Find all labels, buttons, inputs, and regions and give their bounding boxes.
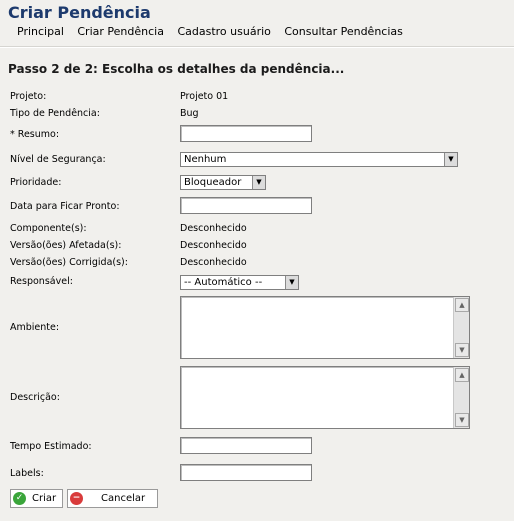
descricao-label: Descrição: <box>10 392 60 403</box>
tipo-value: Bug <box>180 108 199 119</box>
versoes-corrigidas-value: Desconhecido <box>180 257 247 268</box>
componentes-value: Desconhecido <box>180 223 247 234</box>
criar-button-label: Criar <box>32 493 57 504</box>
resumo-input[interactable] <box>180 125 312 142</box>
cancelar-button[interactable]: − Cancelar <box>67 489 158 508</box>
descricao-textarea[interactable]: ▲ ▼ <box>180 366 470 429</box>
cancel-icon: − <box>70 492 83 505</box>
seguranca-label: Nível de Segurança: <box>10 154 106 165</box>
nav-item-principal[interactable]: Principal <box>17 25 64 38</box>
responsavel-label: Responsável: <box>10 276 73 287</box>
data-pronto-input[interactable] <box>180 197 312 214</box>
seguranca-select[interactable]: Nenhum ▼ <box>180 152 458 167</box>
chevron-down-icon[interactable]: ▼ <box>444 153 457 166</box>
tipo-label: Tipo de Pendência: <box>10 108 100 119</box>
ambiente-textarea[interactable]: ▲ ▼ <box>180 296 470 359</box>
data-pronto-label: Data para Ficar Pronto: <box>10 201 120 212</box>
projeto-label: Projeto: <box>10 91 47 102</box>
criar-button[interactable]: ✓ Criar <box>10 489 63 508</box>
descricao-scrollbar[interactable]: ▲ ▼ <box>453 367 469 428</box>
labels-input[interactable] <box>180 464 312 481</box>
resumo-label: * Resumo: <box>10 129 60 140</box>
versoes-corrigidas-label: Versão(ões) Corrigida(s): <box>10 257 128 268</box>
check-icon: ✓ <box>13 492 26 505</box>
versoes-afetadas-value: Desconhecido <box>180 240 247 251</box>
ambiente-label: Ambiente: <box>10 322 60 333</box>
labels-label: Labels: <box>10 468 44 479</box>
page-title: Criar Pendência <box>8 3 151 22</box>
tempo-estimado-input[interactable] <box>180 437 312 454</box>
responsavel-select[interactable]: -- Automático -- ▼ <box>180 275 299 290</box>
prioridade-select[interactable]: Bloqueador ▼ <box>180 175 266 190</box>
versoes-afetadas-label: Versão(ões) Afetada(s): <box>10 240 122 251</box>
top-nav: Principal Criar Pendência Cadastro usuár… <box>17 25 413 38</box>
responsavel-selected: -- Automático -- <box>184 277 263 288</box>
seguranca-selected: Nenhum <box>184 154 227 165</box>
nav-item-criar-pendencia[interactable]: Criar Pendência <box>77 25 164 38</box>
nav-item-consultar-pendencias[interactable]: Consultar Pendências <box>284 25 403 38</box>
chevron-down-icon[interactable]: ▼ <box>285 276 298 289</box>
nav-item-cadastro-usuario[interactable]: Cadastro usuário <box>177 25 270 38</box>
componentes-label: Componente(s): <box>10 223 87 234</box>
prioridade-label: Prioridade: <box>10 177 62 188</box>
scroll-down-icon[interactable]: ▼ <box>455 343 469 357</box>
scroll-up-icon[interactable]: ▲ <box>455 368 469 382</box>
scroll-up-icon[interactable]: ▲ <box>455 298 469 312</box>
tempo-estimado-label: Tempo Estimado: <box>10 441 92 452</box>
prioridade-selected: Bloqueador <box>184 177 242 188</box>
chevron-down-icon[interactable]: ▼ <box>252 176 265 189</box>
ambiente-scrollbar[interactable]: ▲ ▼ <box>453 297 469 358</box>
projeto-value: Projeto 01 <box>180 91 229 102</box>
header-divider <box>0 46 514 48</box>
step-title: Passo 2 de 2: Escolha os detalhes da pen… <box>8 62 345 76</box>
scroll-down-icon[interactable]: ▼ <box>455 413 469 427</box>
cancelar-button-label: Cancelar <box>101 493 146 504</box>
